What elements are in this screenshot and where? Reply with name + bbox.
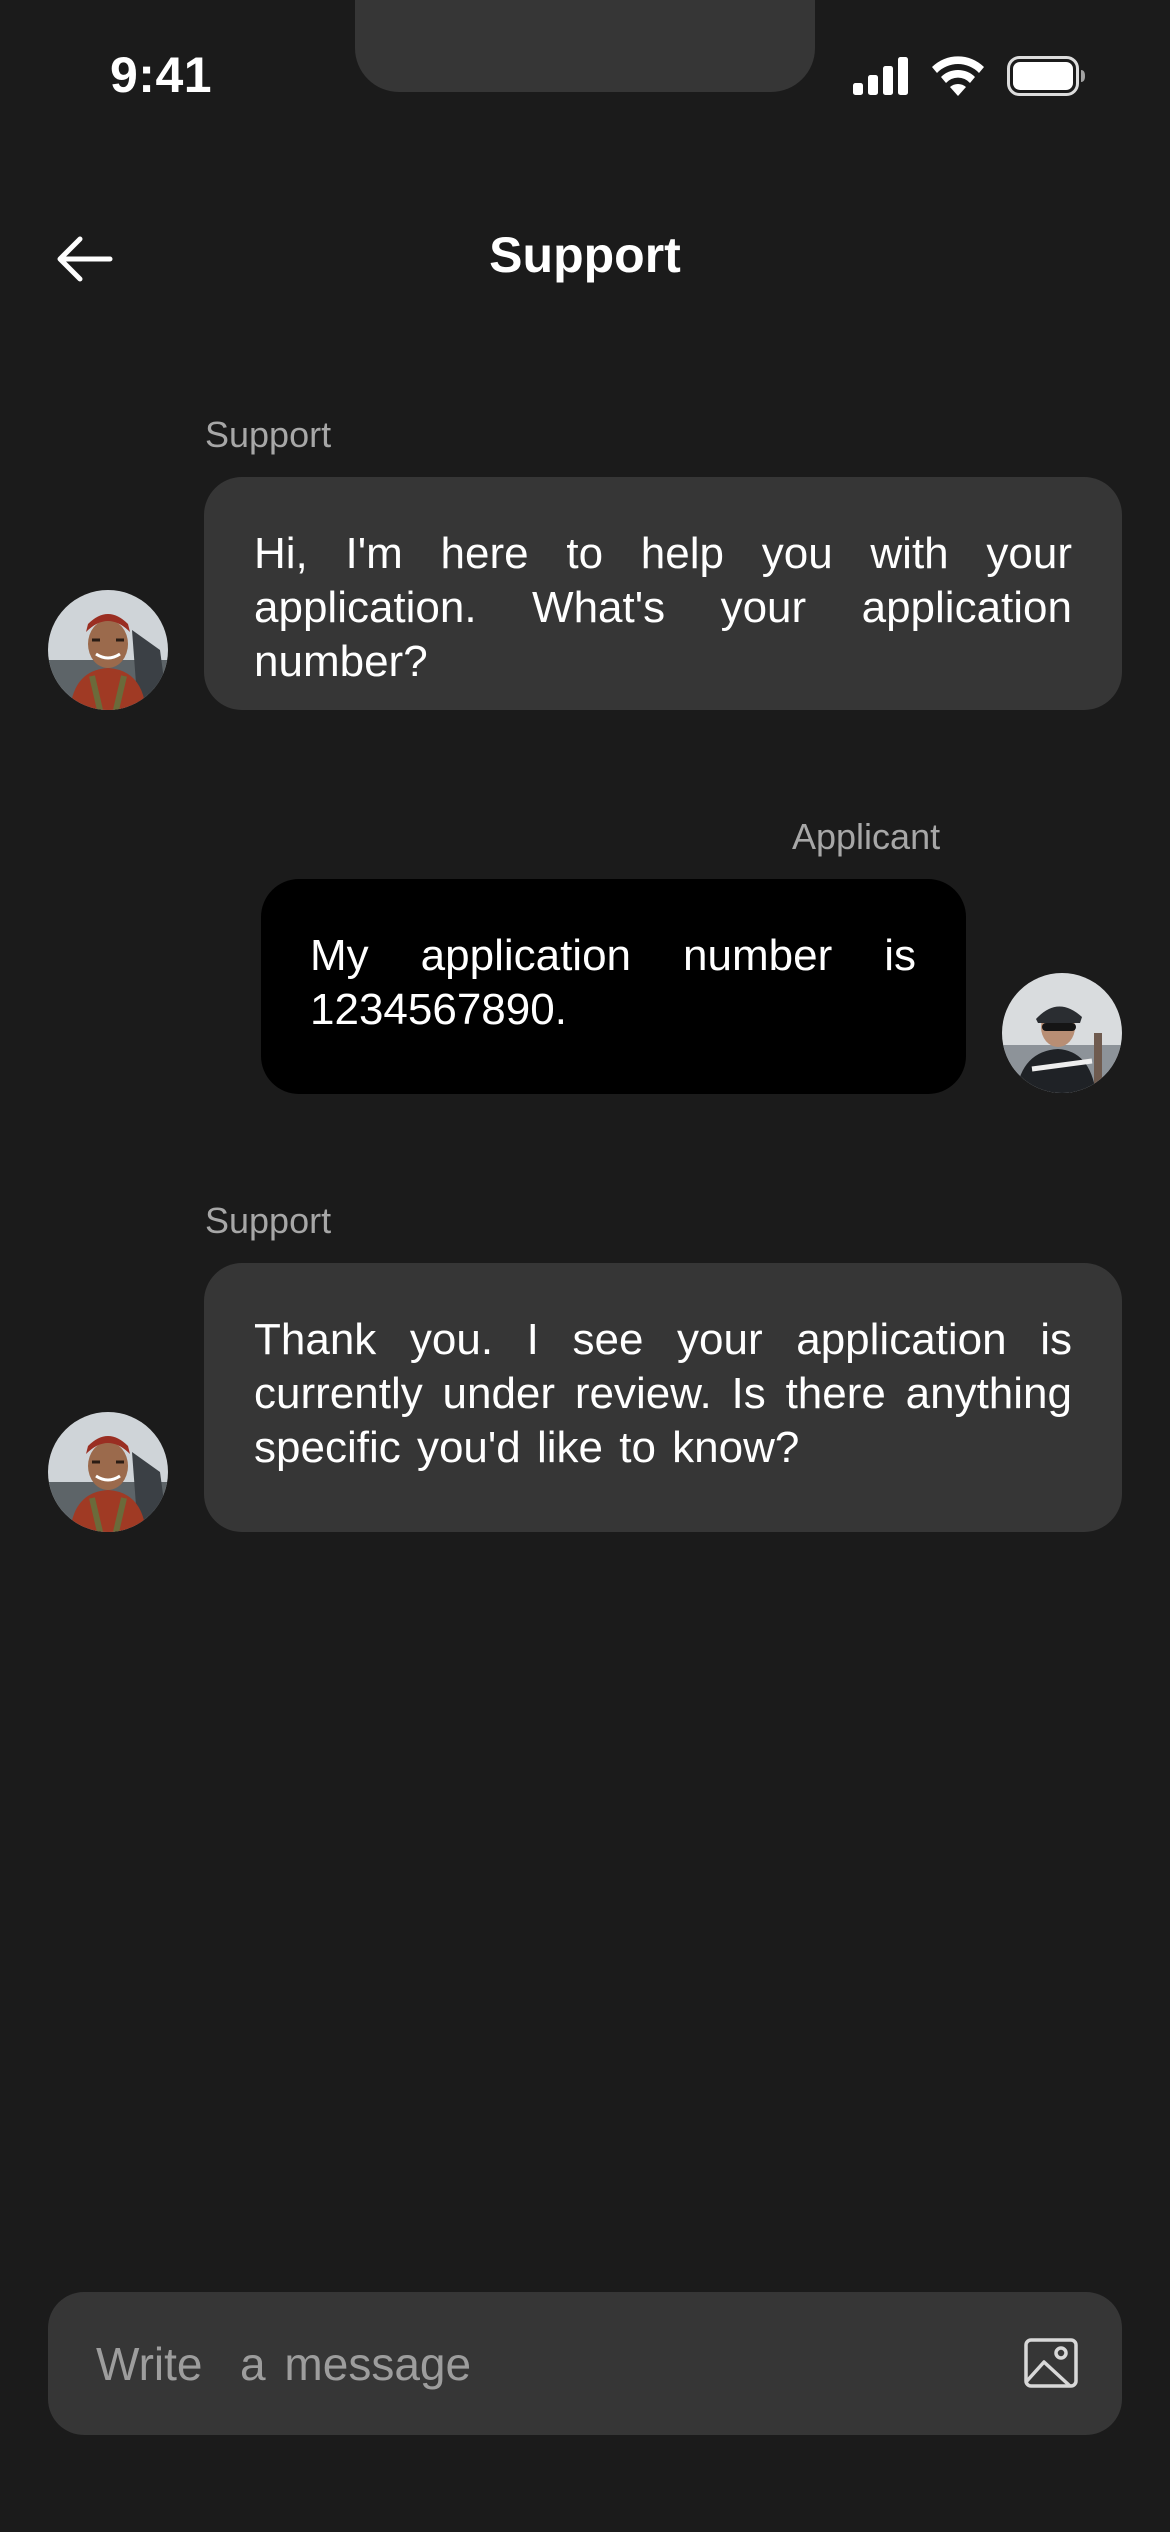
page-title: Support xyxy=(489,227,681,283)
message-composer xyxy=(48,2292,1122,2435)
cellular-signal-icon xyxy=(853,57,909,95)
status-icons xyxy=(853,56,1085,96)
message-input[interactable] xyxy=(96,2292,976,2435)
status-time: 9:41 xyxy=(110,47,213,103)
message-bubble-support: Hi, I'm here to help you with your appli… xyxy=(204,477,1122,710)
message-bubble-applicant: My application number is 1234567890. xyxy=(261,879,966,1094)
applicant-avatar[interactable] xyxy=(1002,973,1122,1093)
support-avatar[interactable] xyxy=(48,590,168,710)
image-icon xyxy=(1024,2338,1078,2392)
wifi-icon xyxy=(931,56,985,96)
message-bubble-support: Thank you. I see your application is cur… xyxy=(204,1263,1122,1532)
sender-label: Support xyxy=(205,414,332,455)
battery-icon xyxy=(1007,56,1085,96)
sender-label: Support xyxy=(205,1200,332,1241)
attach-image-button[interactable] xyxy=(1024,2338,1078,2388)
support-avatar[interactable] xyxy=(48,1412,168,1532)
dynamic-island xyxy=(355,0,815,92)
sender-label: Applicant xyxy=(792,816,941,857)
